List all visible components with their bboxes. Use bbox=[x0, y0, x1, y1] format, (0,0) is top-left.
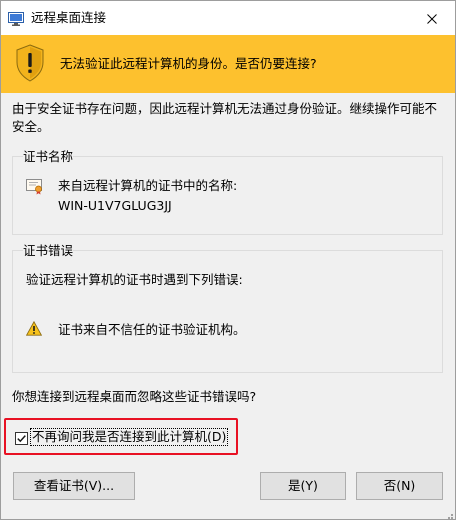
cert-error-group: 证书错误 验证远程计算机的证书时遇到下列错误: 证书来自不信任的证书验证机构。 bbox=[12, 243, 443, 373]
no-button[interactable]: 否(N) bbox=[356, 472, 443, 500]
checkmark-icon bbox=[17, 435, 26, 443]
cert-error-label: 验证远程计算机的证书时遇到下列错误: bbox=[26, 272, 243, 287]
title-bar[interactable]: 远程桌面连接 bbox=[1, 1, 455, 35]
connect-question: 你想连接到远程桌面而忽略这些证书错误吗? bbox=[12, 389, 257, 404]
remote-desktop-icon bbox=[8, 11, 24, 26]
resize-grip-icon[interactable] bbox=[444, 508, 454, 519]
cert-name-label: 来自远程计算机的证书中的名称: bbox=[58, 178, 238, 193]
cert-name-group-title: 证书名称 bbox=[23, 149, 74, 165]
warning-triangle-icon bbox=[25, 320, 43, 336]
cert-name-group: 证书名称 来自远程计算机的证书中的名称: WIN-U1V7GLUG3JJ bbox=[12, 149, 443, 235]
shield-warning-icon bbox=[15, 44, 45, 82]
dont-ask-again-option[interactable]: 不再询问我是否连接到此计算机(D) bbox=[4, 418, 238, 455]
banner-message: 无法验证此远程计算机的身份。是否仍要连接? bbox=[60, 56, 317, 71]
yes-button[interactable]: 是(Y) bbox=[260, 472, 346, 500]
description-text: 由于安全证书存在问题，因此远程计算机无法通过身份验证。继续操作可能不安全。 bbox=[12, 101, 438, 134]
close-button[interactable] bbox=[409, 1, 455, 35]
cert-name-value: WIN-U1V7GLUG3JJ bbox=[58, 198, 172, 213]
dont-ask-again-checkbox[interactable] bbox=[15, 432, 28, 445]
warning-banner: 无法验证此远程计算机的身份。是否仍要连接? bbox=[1, 35, 455, 93]
view-certificate-button[interactable]: 查看证书(V)... bbox=[13, 472, 135, 500]
cert-error-group-title: 证书错误 bbox=[23, 243, 74, 259]
remote-desktop-warning-dialog: 远程桌面连接 无法验证此远程计算机的身份。是否仍要连接? 由于安全证书存在问题，… bbox=[0, 0, 456, 520]
dont-ask-again-label[interactable]: 不再询问我是否连接到此计算机(D) bbox=[29, 428, 229, 446]
cert-error-item: 证书来自不信任的证书验证机构。 bbox=[58, 322, 246, 337]
window-title: 远程桌面连接 bbox=[31, 10, 107, 25]
certificate-icon bbox=[26, 179, 44, 195]
close-icon bbox=[427, 9, 437, 28]
